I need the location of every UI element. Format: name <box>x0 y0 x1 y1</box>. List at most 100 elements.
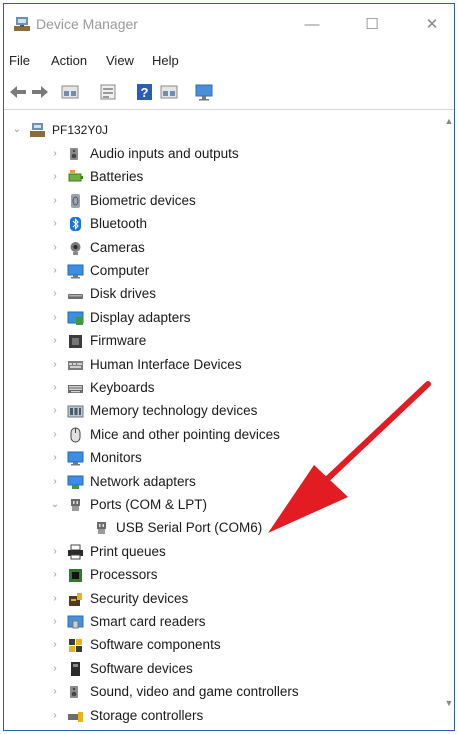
chevron-right-icon[interactable]: › <box>50 451 60 465</box>
title-bar: Device Manager — ☐ ✕ <box>4 4 454 44</box>
chevron-right-icon[interactable]: › <box>50 311 60 325</box>
tree-item-software-devices[interactable]: › Software devices <box>50 658 442 681</box>
chevron-right-icon[interactable]: › <box>50 428 60 442</box>
menu-view[interactable]: View <box>106 53 134 68</box>
tree-item-computer[interactable]: › Computer <box>50 260 442 283</box>
chevron-right-icon[interactable]: › <box>50 264 60 278</box>
smart-card-icon <box>67 615 84 629</box>
chevron-right-icon[interactable]: › <box>50 662 60 676</box>
toolbar: ? <box>4 74 454 110</box>
scan-hardware-icon[interactable] <box>194 83 214 101</box>
chevron-right-icon[interactable]: › <box>50 685 60 699</box>
chevron-right-icon[interactable]: › <box>50 147 60 161</box>
tree-item-label: Sound, video and game controllers <box>90 684 299 700</box>
tree-item-storage-controllers[interactable]: › Storage controllers <box>50 705 442 728</box>
help-icon[interactable]: ? <box>135 83 155 101</box>
network-adapter-icon <box>67 475 84 489</box>
disk-drive-icon <box>68 294 83 300</box>
scroll-up-icon[interactable]: ▲ <box>444 116 454 126</box>
chevron-right-icon[interactable]: › <box>50 404 60 418</box>
close-button[interactable]: ✕ <box>417 12 447 38</box>
chevron-right-icon[interactable]: › <box>50 475 60 489</box>
maximize-button[interactable]: ☐ <box>357 12 387 38</box>
hid-icon <box>68 360 83 370</box>
tree-item-label: Ports (COM & LPT) <box>90 497 208 512</box>
menu-help[interactable]: Help <box>152 53 179 68</box>
tree-item-disk-drives[interactable]: › Disk drives <box>50 283 442 306</box>
tree-item-batteries[interactable]: › Batteries <box>50 166 442 189</box>
chevron-right-icon[interactable]: › <box>50 241 60 255</box>
tree-item-audio-inputs-and-outputs[interactable]: › Audio inputs and outputs <box>50 143 442 166</box>
tree-item-usb-serial-port-com6[interactable]: USB Serial Port (COM6) <box>76 517 442 540</box>
chevron-right-icon[interactable]: › <box>50 194 60 208</box>
speaker-icon <box>70 148 78 160</box>
chevron-right-icon[interactable]: › <box>50 217 60 231</box>
tree-item-label: Monitors <box>90 450 142 466</box>
tree-root-label: PF132Y0J <box>52 123 109 137</box>
device-manager-window: Device Manager — ☐ ✕ File Action View He… <box>3 3 455 731</box>
tree-item-display-adapters[interactable]: › Display adapters <box>50 307 442 330</box>
tree-item-processors[interactable]: › Processors <box>50 564 442 587</box>
forward-icon[interactable] <box>30 83 50 101</box>
tree-item-smart-card-readers[interactable]: › Smart card readers <box>50 611 442 634</box>
tree-item-label: Print queues <box>90 543 166 559</box>
tree-item-sound-video-and-game-controllers[interactable]: › Sound, video and game controllers <box>50 681 442 704</box>
scroll-down-icon[interactable]: ▼ <box>444 698 454 708</box>
menu-file[interactable]: File <box>9 53 30 68</box>
tree-item-keyboards[interactable]: › Keyboards <box>50 377 442 400</box>
tree-item-label: Mice and other pointing devices <box>90 426 280 442</box>
chevron-right-icon[interactable]: › <box>50 592 60 606</box>
printer-icon <box>68 544 83 560</box>
tree-item-cameras[interactable]: › Cameras <box>50 237 442 260</box>
keyboard-icon <box>68 385 83 393</box>
device-list-icon[interactable] <box>98 83 118 101</box>
tree-item-software-components[interactable]: › Software components <box>50 634 442 657</box>
chevron-right-icon[interactable]: › <box>50 287 60 301</box>
svg-text:?: ? <box>141 85 149 100</box>
tree-item-mice-and-other-pointing-devices[interactable]: › Mice and other pointing devices <box>50 424 442 447</box>
tree-item-human-interface-devices[interactable]: › Human Interface Devices <box>50 354 442 377</box>
tree-item-biometric-devices[interactable]: › Biometric devices <box>50 190 442 213</box>
tree-item-network-adapters[interactable]: › Network adapters <box>50 471 442 494</box>
tree-item-label: Software devices <box>90 660 193 676</box>
tree-root[interactable]: ⌄ PF132Y0J <box>12 119 432 142</box>
tree-item-memory-technology-devices[interactable]: › Memory technology devices <box>50 400 442 423</box>
chevron-down-icon[interactable]: ⌄ <box>50 498 60 512</box>
chevron-right-icon[interactable]: › <box>50 358 60 372</box>
menu-action[interactable]: Action <box>51 53 87 68</box>
view-options-icon[interactable] <box>159 83 179 101</box>
tree-item-ports-com-lpt[interactable]: ⌄ Ports (COM & LPT) <box>50 494 442 517</box>
chevron-down-icon[interactable]: ⌄ <box>12 123 22 137</box>
chevron-right-icon[interactable]: › <box>50 638 60 652</box>
tree-item-bluetooth[interactable]: › Bluetooth <box>50 213 442 236</box>
chevron-right-icon[interactable]: › <box>50 615 60 629</box>
tree-item-label: Software components <box>90 637 221 653</box>
tree-item-label: Keyboards <box>90 380 155 395</box>
tree-item-label: Computer <box>90 263 150 278</box>
chevron-right-icon[interactable]: › <box>50 568 60 582</box>
software-device-icon <box>71 661 80 676</box>
tree-item-label: Batteries <box>90 169 144 185</box>
properties-view-icon[interactable] <box>60 83 80 101</box>
tree-item-security-devices[interactable]: › Security devices <box>50 588 442 611</box>
tree-item-label: Display adapters <box>90 309 191 325</box>
device-manager-icon <box>14 17 30 31</box>
chevron-right-icon[interactable]: › <box>50 545 60 559</box>
chevron-right-icon[interactable]: › <box>50 381 60 395</box>
chevron-right-icon[interactable]: › <box>50 170 60 184</box>
tree-item-label: Processors <box>90 567 158 583</box>
chevron-right-icon[interactable]: › <box>50 709 60 723</box>
tree-item-print-queues[interactable]: › Print queues <box>50 541 442 564</box>
chevron-right-icon[interactable]: › <box>50 334 60 348</box>
monitor-icon <box>67 451 84 466</box>
display-adapter-icon <box>67 311 84 325</box>
bluetooth-icon <box>70 217 81 232</box>
window-title: Device Manager <box>36 16 138 32</box>
processor-icon <box>69 569 82 583</box>
tree-item-monitors[interactable]: › Monitors <box>50 447 442 470</box>
port-icon <box>71 499 80 511</box>
tree-item-firmware[interactable]: › Firmware <box>50 330 442 353</box>
scrollbar[interactable] <box>446 130 452 690</box>
minimize-button[interactable]: — <box>297 12 327 38</box>
back-icon[interactable] <box>8 83 28 101</box>
